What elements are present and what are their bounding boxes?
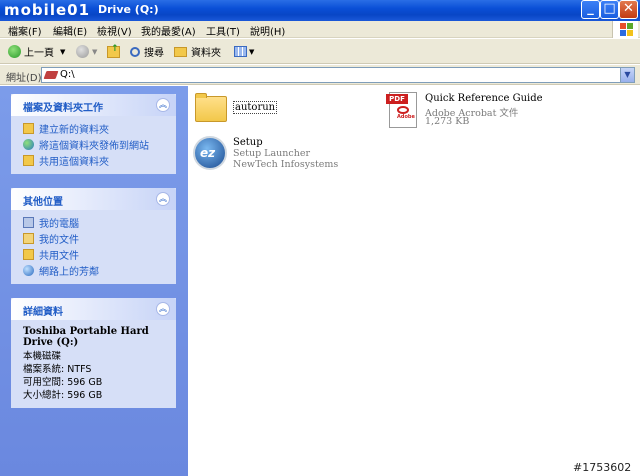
collapse-chevron-icon[interactable]: ︽ xyxy=(156,98,170,112)
minimize-button[interactable]: _ xyxy=(581,0,600,19)
search-label: 搜尋 xyxy=(144,48,164,59)
back-dropdown-icon[interactable]: ▼ xyxy=(60,48,65,56)
back-label: 上一頁 xyxy=(24,48,54,59)
file-tasks-panel: 檔案及資料夾工作 ︽ 建立新的資料夾 將這個資料夾發佈到網站 共用這個資料夾 xyxy=(11,94,176,174)
computer-icon xyxy=(23,216,34,228)
network-icon xyxy=(23,264,34,276)
details-header[interactable]: 詳細資料 ︽ xyxy=(11,298,176,320)
menu-bar: 檔案(F) 編輯(E) 檢視(V) 我的最愛(A) 工具(T) 說明(H) xyxy=(0,21,640,38)
drive-icon xyxy=(43,71,59,79)
file-name: Quick Reference Guide xyxy=(425,93,543,104)
file-item-quick-reference-guide[interactable]: PDF Adobe Quick Reference Guide Adobe Ac… xyxy=(385,90,635,130)
file-item-autorun[interactable]: autorun xyxy=(193,92,333,128)
place-my-computer[interactable]: 我的電腦 xyxy=(23,214,176,230)
drive-total-size: 大小總計: 596 GB xyxy=(23,390,103,401)
place-my-documents-label: 我的文件 xyxy=(39,234,79,246)
file-item-setup[interactable]: ez Setup Setup Launcher NewTech Infosyst… xyxy=(191,134,371,172)
toolbar: 上一頁 ▼ ▼ ↑ 搜尋 資料夾 ▼ xyxy=(0,39,640,64)
documents-folder-icon xyxy=(23,232,34,244)
file-description: Setup Launcher xyxy=(233,148,310,159)
drive-name: Toshiba Portable Hard Drive (Q:) xyxy=(23,326,149,348)
menu-view[interactable]: 檢視(V) xyxy=(97,23,132,38)
details-panel: 詳細資料 ︽ Toshiba Portable Hard Drive (Q:) … xyxy=(11,298,176,408)
drive-type: 本機磁碟 xyxy=(23,351,62,362)
shared-folder-icon xyxy=(23,248,34,260)
back-button[interactable]: 上一頁 ▼ xyxy=(8,43,65,60)
forward-dropdown-icon[interactable]: ▼ xyxy=(92,48,97,56)
address-label: 網址(D) xyxy=(6,73,42,84)
task-publish-web-label: 將這個資料夾發佈到網站 xyxy=(39,140,149,152)
task-share-folder-label: 共用這個資料夾 xyxy=(39,156,109,168)
views-grid-icon xyxy=(234,46,247,57)
file-tasks-title: 檔案及資料夾工作 xyxy=(23,103,103,114)
forward-button[interactable]: ▼ xyxy=(76,43,97,60)
menu-tools[interactable]: 工具(T) xyxy=(206,23,240,38)
globe-icon xyxy=(23,138,34,150)
adobe-swirl xyxy=(397,106,409,114)
place-my-documents[interactable]: 我的文件 xyxy=(23,230,176,246)
folder-tab xyxy=(195,93,207,98)
title-bar: mobile01 Drive (Q:) _ □ ✕ xyxy=(0,0,640,21)
menu-file[interactable]: 檔案(F) xyxy=(8,23,42,38)
task-pane: 檔案及資料夾工作 ︽ 建立新的資料夾 將這個資料夾發佈到網站 共用這個資料夾 其… xyxy=(0,86,188,476)
task-publish-web[interactable]: 將這個資料夾發佈到網站 xyxy=(23,136,176,152)
address-value: Q:\ xyxy=(60,69,75,80)
share-folder-icon xyxy=(23,154,34,166)
forward-arrow-icon xyxy=(76,45,89,58)
file-name: autorun xyxy=(233,101,278,114)
new-folder-icon xyxy=(23,122,34,134)
menu-edit[interactable]: 編輯(E) xyxy=(53,23,87,38)
task-share-folder[interactable]: 共用這個資料夾 xyxy=(23,152,176,168)
other-places-header[interactable]: 其他位置 ︽ xyxy=(11,188,176,210)
collapse-chevron-icon[interactable]: ︽ xyxy=(156,192,170,206)
address-bar: 網址(D) Q:\ ▼ xyxy=(0,65,640,85)
pdf-badge: PDF xyxy=(386,94,408,104)
search-icon xyxy=(130,46,140,57)
drive-free-space: 可用空間: 596 GB xyxy=(23,377,103,388)
place-shared-documents-label: 共用文件 xyxy=(39,250,79,262)
task-new-folder-label: 建立新的資料夾 xyxy=(39,124,109,136)
folders-icon xyxy=(174,46,187,57)
up-folder-icon: ↑ xyxy=(107,44,120,58)
photo-id-watermark: #1753602 xyxy=(573,461,632,474)
setup-icon-label: ez xyxy=(200,146,216,160)
folders-button[interactable]: 資料夾 xyxy=(174,43,221,60)
back-arrow-icon xyxy=(8,45,21,58)
menu-help[interactable]: 說明(H) xyxy=(250,23,285,38)
task-new-folder[interactable]: 建立新的資料夾 xyxy=(23,120,176,136)
search-button[interactable]: 搜尋 xyxy=(130,43,164,60)
address-input[interactable]: Q:\ ▼ xyxy=(41,67,635,83)
other-places-title: 其他位置 xyxy=(23,197,63,208)
views-button[interactable]: ▼ xyxy=(234,43,254,60)
up-folder-button[interactable]: ↑ xyxy=(107,43,120,60)
adobe-logo-icon: Adobe xyxy=(397,114,415,120)
place-network-label: 網路上的芳鄰 xyxy=(39,266,99,278)
address-dropdown-icon[interactable]: ▼ xyxy=(620,68,634,82)
close-button[interactable]: ✕ xyxy=(619,0,638,19)
place-network[interactable]: 網路上的芳鄰 xyxy=(23,262,176,278)
folders-label: 資料夾 xyxy=(191,48,221,59)
views-dropdown-icon[interactable]: ▼ xyxy=(249,48,254,56)
place-shared-documents[interactable]: 共用文件 xyxy=(23,246,176,262)
file-size: 1,273 KB xyxy=(425,116,470,127)
menu-favorites[interactable]: 我的最愛(A) xyxy=(141,23,196,38)
folder-icon xyxy=(195,96,227,122)
windows-logo-icon xyxy=(612,21,638,38)
file-tasks-header[interactable]: 檔案及資料夾工作 ︽ xyxy=(11,94,176,116)
collapse-chevron-icon[interactable]: ︽ xyxy=(156,302,170,316)
drive-filesystem: 檔案系統: NTFS xyxy=(23,364,92,375)
window-title: Drive (Q:) xyxy=(98,3,159,16)
place-my-computer-label: 我的電腦 xyxy=(39,218,79,230)
file-company: NewTech Infosystems xyxy=(233,159,339,170)
details-title: 詳細資料 xyxy=(23,307,63,318)
other-places-panel: 其他位置 ︽ 我的電腦 我的文件 共用文件 網路上的芳鄰 xyxy=(11,188,176,284)
watermark-logo: mobile01 xyxy=(4,1,91,19)
file-view: autorun PDF Adobe Quick Reference Guide … xyxy=(188,86,640,476)
file-name: Setup xyxy=(233,137,263,148)
maximize-button[interactable]: □ xyxy=(600,0,619,19)
